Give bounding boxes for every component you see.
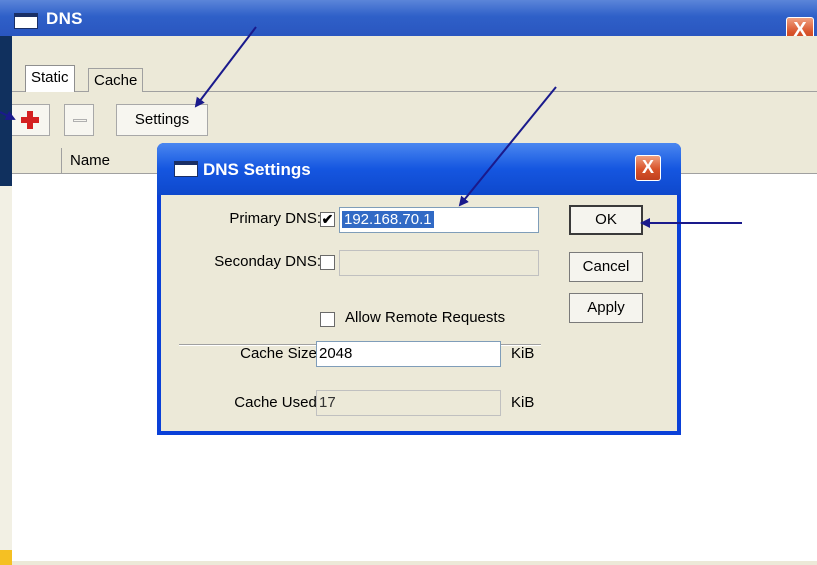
allow-remote-label: Allow Remote Requests xyxy=(345,309,506,326)
column-header-name[interactable]: Name xyxy=(70,152,110,169)
cache-size-label: Cache Size: xyxy=(240,345,321,362)
apply-button[interactable]: Apply xyxy=(569,293,643,323)
taskbar-fragment xyxy=(0,550,12,565)
cache-used-field: 17 xyxy=(316,390,501,416)
dialog-titlebar[interactable]: DNS Settings X xyxy=(157,143,681,195)
secondary-dns-label: Seconday DNS: xyxy=(214,253,321,270)
column-header-flag[interactable] xyxy=(12,148,62,174)
window-titlebar[interactable]: DNS xyxy=(0,0,817,37)
primary-dns-value: 192.168.70.1 xyxy=(342,211,434,228)
tab-static[interactable]: Static xyxy=(25,65,75,92)
tab-cache[interactable]: Cache xyxy=(88,68,144,92)
window-title: DNS xyxy=(46,9,83,28)
cache-size-unit: KiB xyxy=(511,345,535,362)
remove-button[interactable] xyxy=(64,104,94,136)
cache-used-label: Cache Used: xyxy=(234,394,321,411)
dialog-body: Primary DNS: ✔ 192.168.70.1 Seconday DNS… xyxy=(161,195,677,431)
minus-icon xyxy=(73,119,87,122)
dialog-title: DNS Settings xyxy=(203,160,311,179)
settings-button[interactable]: Settings xyxy=(116,104,208,136)
primary-dns-checkbox[interactable]: ✔ xyxy=(320,212,335,227)
ok-button[interactable]: OK xyxy=(569,205,643,235)
cancel-button[interactable]: Cancel xyxy=(569,252,643,282)
dns-settings-dialog: DNS Settings X Primary DNS: ✔ 192.168.70… xyxy=(157,143,681,435)
window-icon xyxy=(14,13,38,29)
allow-remote-checkbox[interactable] xyxy=(320,312,335,327)
cache-used-unit: KiB xyxy=(511,394,535,411)
window-edge xyxy=(0,186,12,565)
primary-dns-label: Primary DNS: xyxy=(229,210,321,227)
secondary-dns-field[interactable] xyxy=(339,250,539,276)
desktop-edge xyxy=(0,36,12,186)
secondary-dns-checkbox[interactable] xyxy=(320,255,335,270)
dialog-window-icon xyxy=(174,161,198,177)
primary-dns-field[interactable]: 192.168.70.1 xyxy=(339,207,539,233)
cache-size-field[interactable]: 2048 xyxy=(316,341,501,367)
add-button[interactable] xyxy=(12,104,50,136)
dialog-close-button[interactable]: X xyxy=(635,155,661,181)
